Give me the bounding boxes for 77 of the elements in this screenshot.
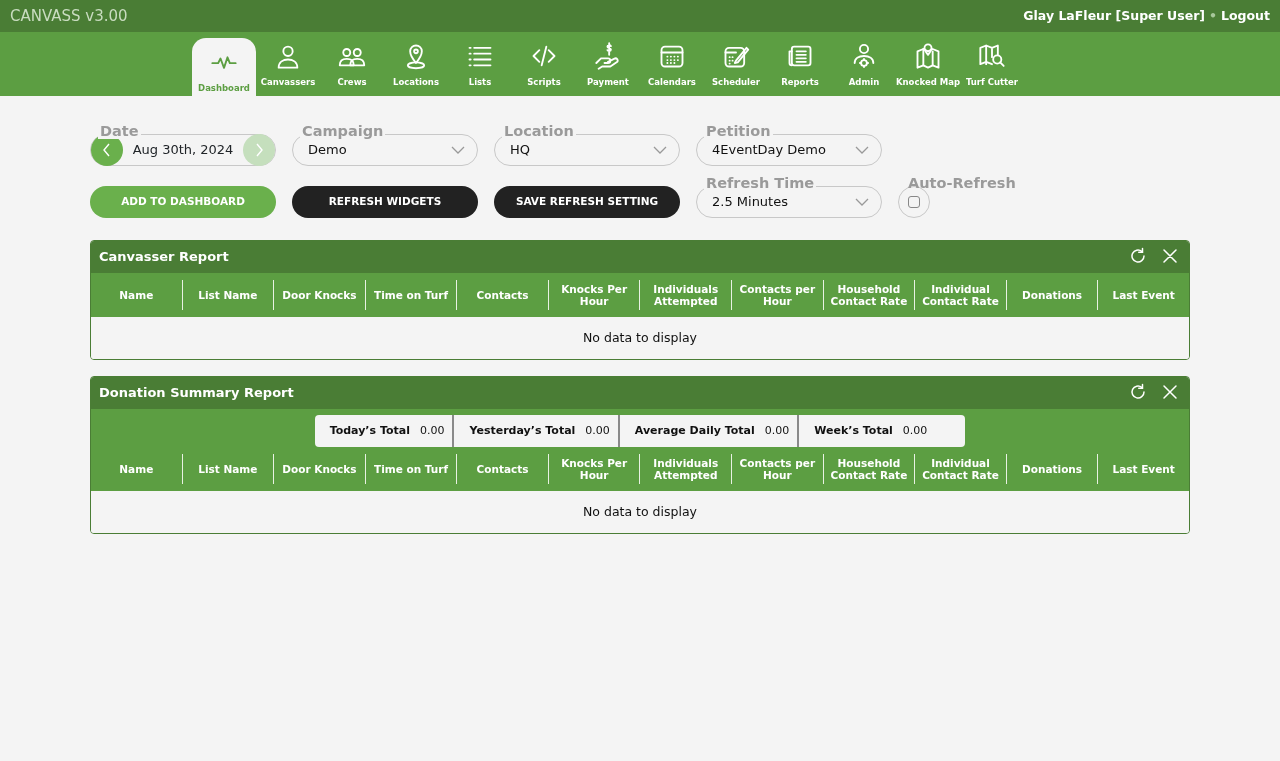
column-header: Door Knocks — [273, 454, 365, 484]
empty-message: No data to display — [583, 328, 697, 347]
total-label: Yesterday’s Total — [469, 422, 576, 439]
column-header: Contacts per Hour — [731, 280, 823, 310]
map-search-icon — [978, 42, 1006, 70]
date-value: Aug 30th, 2024 — [132, 141, 234, 160]
field-label: Petition — [704, 123, 773, 139]
nav-tab[interactable]: Knocked Map — [896, 38, 960, 96]
user-name: Glay LaFleur [Super User] — [1023, 6, 1206, 25]
total-label: Today’s Total — [329, 422, 410, 439]
nav-tab[interactable]: Dashboard — [192, 38, 256, 96]
field-label: Refresh Time — [704, 175, 817, 191]
column-header: Knocks Per Hour — [547, 280, 640, 310]
logout-link[interactable]: Logout — [1221, 6, 1270, 26]
chevron-down-icon — [855, 198, 869, 206]
column-header: List Name — [181, 454, 274, 484]
widget-title: Canvasser Report — [99, 248, 229, 267]
auto-refresh-checkbox[interactable] — [908, 196, 920, 208]
action-button[interactable]: SAVE REFRESH SETTING — [494, 186, 680, 218]
column-header: Individuals Attempted — [639, 454, 732, 484]
nav-tab[interactable]: Lists — [448, 38, 512, 96]
column-header: Name — [118, 462, 155, 477]
nav-tab[interactable]: Scheduler — [704, 38, 768, 96]
nav-tab[interactable]: Admin — [832, 38, 896, 96]
dropdown-value: 2.5 Minutes — [712, 193, 788, 212]
column-header: Donations — [1005, 454, 1098, 484]
field-label: Auto-Refresh — [907, 175, 1017, 191]
column-header: Time on Turf — [364, 280, 457, 310]
nav-tab[interactable]: Calendars — [640, 38, 704, 96]
widget-title: Donation Summary Report — [99, 384, 294, 403]
dropdown-value: 4EventDay Demo — [712, 141, 826, 160]
nav-tab[interactable]: Scripts — [512, 38, 576, 96]
dropdown-value: HQ — [510, 141, 530, 160]
column-header: Door Knocks — [273, 280, 365, 310]
empty-message: No data to display — [583, 502, 697, 521]
nav-tab[interactable]: Reports — [768, 38, 832, 96]
nav-tab[interactable]: Payment — [576, 38, 640, 96]
chevron-right-icon — [254, 143, 264, 157]
column-header: Individuals Attempted — [639, 280, 732, 310]
column-header: Last Event — [1097, 280, 1189, 310]
total-value: 0.00 — [764, 422, 790, 439]
chevron-down-icon — [653, 146, 667, 154]
app-title: CANVASS v3.00 — [10, 5, 128, 27]
column-header: List Name — [181, 280, 274, 310]
chevron-left-icon — [102, 143, 112, 157]
dropdown-value: Demo — [308, 141, 347, 160]
column-header: Donations — [1005, 280, 1098, 310]
column-header: Individual Contact Rate — [914, 280, 1006, 310]
field-label: Date — [98, 123, 141, 139]
hand-dollar-icon — [594, 42, 622, 70]
column-header: Name — [118, 288, 155, 303]
column-header: Household Contact Rate — [822, 454, 915, 484]
column-header: Time on Turf — [364, 454, 457, 484]
total-value: 0.00 — [585, 422, 610, 439]
nav-tab[interactable]: Canvassers — [256, 38, 320, 96]
total-value: 0.00 — [902, 422, 928, 439]
total-label: Average Daily Total — [634, 422, 755, 439]
nav-tab[interactable]: Crews — [320, 38, 384, 96]
field-label: Location — [502, 123, 576, 139]
chevron-down-icon — [451, 146, 465, 154]
field-label: Campaign — [300, 123, 386, 139]
total-label: Week’s Total — [814, 422, 893, 439]
nav-tab[interactable]: Locations — [384, 38, 448, 96]
column-header: Individual Contact Rate — [914, 454, 1006, 484]
column-header: Last Event — [1097, 454, 1189, 484]
column-header: Knocks Per Hour — [547, 454, 640, 484]
separator-dot: • — [1209, 6, 1218, 25]
map-pin-icon — [914, 42, 942, 70]
column-header: Contacts per Hour — [731, 454, 823, 484]
action-button[interactable]: REFRESH WIDGETS — [292, 186, 478, 218]
nav-tab[interactable]: Turf Cutter — [960, 38, 1024, 96]
column-header: Household Contact Rate — [822, 280, 915, 310]
column-header: Contacts — [456, 454, 548, 484]
total-value: 0.00 — [420, 422, 445, 439]
chevron-down-icon — [855, 146, 869, 154]
column-header: Contacts — [456, 280, 548, 310]
action-button[interactable]: ADD TO DASHBOARD — [90, 186, 276, 218]
